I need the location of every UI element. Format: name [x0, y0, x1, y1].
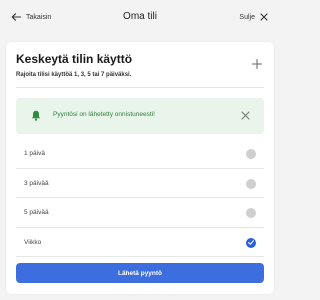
radio-button[interactable]	[246, 149, 256, 159]
option-label: 1 päivä	[24, 150, 45, 157]
close-icon	[260, 13, 268, 21]
radio-button-selected[interactable]	[246, 237, 256, 248]
plus-icon[interactable]	[252, 59, 262, 69]
suspend-account-card: Keskeytä tilin käyttö Rajoita tilisi käy…	[6, 42, 274, 294]
option-1-day[interactable]: 1 päivä	[16, 139, 264, 169]
bell-icon	[31, 110, 41, 121]
radio-button[interactable]	[246, 178, 256, 189]
option-label: Viikko	[24, 238, 42, 246]
option-label: 3 päivää	[24, 179, 49, 187]
close-label: Sulje	[239, 13, 255, 21]
divider	[16, 87, 264, 88]
option-5-days[interactable]: 5 päivää	[16, 198, 264, 228]
page-title: Oma tili	[123, 11, 157, 22]
option-week[interactable]: Viikko	[16, 228, 264, 257]
radio-button[interactable]	[246, 208, 256, 218]
close-button[interactable]: Sulje	[239, 13, 268, 21]
notice-message: Pyyntösi on lähetetty onnistuneesti!	[53, 111, 155, 118]
submit-request-button[interactable]: Lähetä pyyntö	[16, 263, 264, 283]
duration-options: 1 päivä 3 päivää 5 päivää Viikko	[16, 139, 264, 257]
card-header: Keskeytä tilin käyttö Rajoita tilisi käy…	[16, 52, 264, 78]
success-notice: Pyyntösi on lähetetty onnistuneesti!	[16, 98, 264, 134]
check-icon	[248, 240, 254, 245]
option-3-days[interactable]: 3 päivää	[16, 169, 264, 198]
dismiss-notice-icon[interactable]	[241, 111, 250, 120]
top-bar: Takaisin Oma tili Sulje	[0, 0, 280, 38]
card-title: Keskeytä tilin käyttö	[16, 52, 133, 66]
card-subtitle: Rajoita tilisi käyttöä 1, 3, 5 tai 7 päi…	[16, 72, 132, 78]
option-label: 5 päivää	[24, 209, 49, 216]
